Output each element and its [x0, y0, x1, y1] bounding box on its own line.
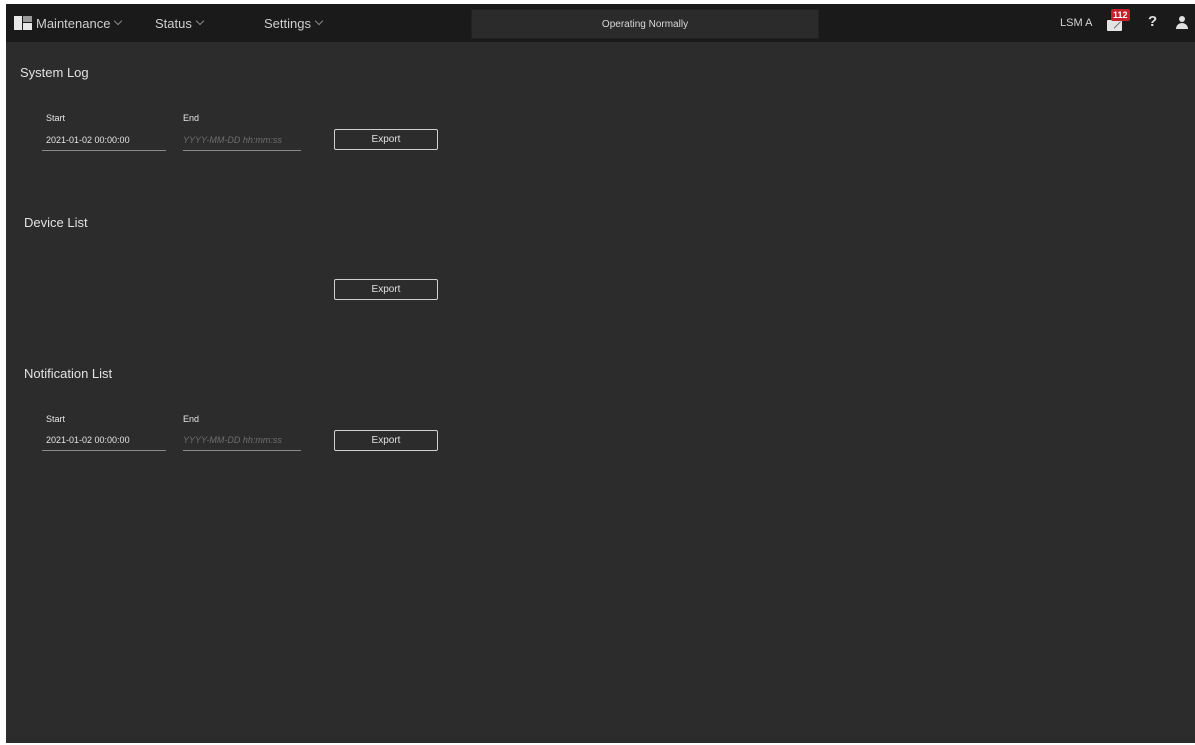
notifications-button[interactable]: 112: [1105, 9, 1130, 31]
system-log-title: System Log: [20, 65, 89, 80]
grid-logo-icon: [14, 16, 32, 30]
notification-count-badge: 112: [1111, 9, 1130, 21]
notification-list-export-button[interactable]: Export: [334, 430, 438, 451]
system-status-text: Operating Normally: [601, 18, 689, 30]
system-log-start-label: Start: [46, 113, 66, 123]
chevron-down-icon: [314, 16, 324, 26]
system-status-banner: Operating Normally: [471, 9, 819, 39]
menu-maintenance[interactable]: Maintenance: [14, 4, 123, 42]
device-list-title: Device List: [24, 215, 88, 230]
system-log-end-label: End: [183, 113, 200, 123]
menu-settings[interactable]: Settings: [264, 4, 324, 42]
device-list-export-button[interactable]: Export: [334, 279, 438, 300]
system-log-export-button[interactable]: Export: [334, 129, 438, 150]
notification-list-end-field[interactable]: YYYY-MM-DD hh:mm:ss: [183, 432, 301, 451]
envelope-icon: [1107, 20, 1122, 31]
user-icon[interactable]: [1176, 16, 1188, 30]
menu-status[interactable]: Status: [155, 4, 205, 42]
menu-status-label: Status: [155, 15, 192, 31]
menu-maintenance-label: Maintenance: [36, 15, 111, 31]
menu-settings-label: Settings: [264, 15, 311, 31]
notification-list-end-label: End: [183, 414, 200, 424]
app-window: Maintenance Status Settings Operating No…: [6, 4, 1195, 743]
system-log-end-field[interactable]: YYYY-MM-DD hh:mm:ss: [183, 132, 301, 151]
notification-list-title: Notification List: [24, 366, 113, 381]
station-name-label: LSM A: [1060, 17, 1093, 29]
chevron-down-icon: [114, 16, 123, 26]
system-log-start-field[interactable]: 2021-01-02 00:00:00: [42, 132, 166, 151]
help-icon[interactable]: ?: [1148, 13, 1157, 30]
top-bar: Maintenance Status Settings Operating No…: [6, 4, 1195, 42]
chevron-down-icon: [195, 16, 205, 26]
notification-list-start-label: Start: [46, 414, 66, 424]
notification-list-start-field[interactable]: 2021-01-02 00:00:00: [42, 432, 166, 451]
station-name[interactable]: LSM A: [1060, 4, 1092, 42]
